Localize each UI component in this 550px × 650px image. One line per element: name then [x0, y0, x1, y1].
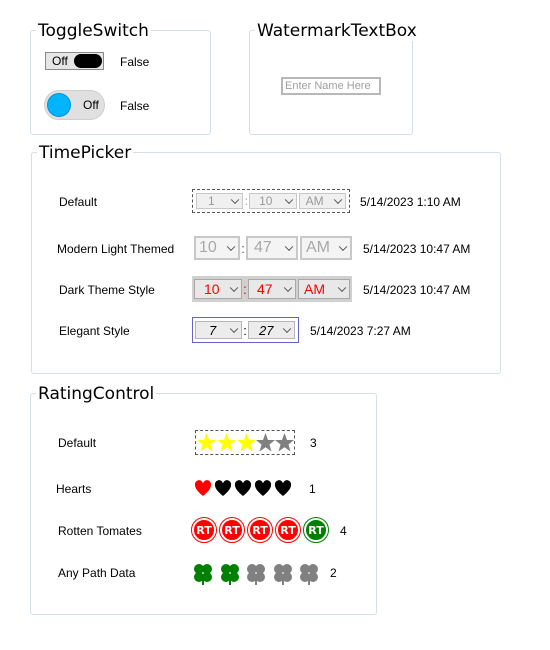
clover-rating-svg — [194, 564, 318, 585]
minute-value: 47 — [254, 239, 272, 256]
toggle-state-label: Off — [83, 98, 99, 112]
rating-path-value: 2 — [330, 566, 337, 580]
minute-combobox[interactable]: 27 — [248, 321, 295, 339]
minute-combobox[interactable]: 10 — [249, 193, 297, 209]
minute-value: 47 — [257, 281, 273, 297]
hour-combobox[interactable]: 1 — [196, 193, 244, 209]
ampm-value: AM — [306, 239, 330, 256]
hour-value: 10 — [204, 281, 220, 297]
ampm-combobox[interactable]: AM — [298, 193, 346, 209]
star-icon[interactable] — [237, 433, 256, 452]
hour-combobox[interactable]: 10 — [194, 236, 240, 260]
timepicker-modern: 10 : 47 AM — [194, 235, 352, 261]
star-rating-svg — [197, 433, 294, 452]
timepicker-default: 1 : 10 AM — [192, 189, 350, 213]
rt-icon[interactable]: RT — [303, 517, 329, 543]
chevron-down-icon — [284, 195, 293, 205]
toggle2-value: False — [120, 99, 150, 113]
rating-path-label: Any Path Data — [58, 566, 136, 580]
timepicker-title: TimePicker — [37, 143, 134, 163]
timepicker-dark-result: 5/14/2023 10:47 AM — [363, 283, 471, 297]
heart-icon[interactable] — [254, 480, 272, 496]
timepicker-elegant-label: Elegant Style — [59, 324, 130, 338]
star-icon[interactable] — [256, 433, 275, 452]
clover-icon[interactable] — [300, 564, 318, 585]
minute-combobox[interactable]: 47 — [246, 236, 298, 260]
clover-icon[interactable] — [247, 564, 265, 585]
timepicker-default-result: 5/14/2023 1:10 AM — [360, 195, 461, 209]
name-input[interactable]: Enter Name Here — [281, 77, 381, 95]
watermark-title: WatermarkTextBox — [255, 21, 419, 41]
chevron-down-icon — [283, 283, 293, 293]
timepicker-default-label: Default — [59, 195, 98, 209]
chevron-down-icon — [229, 324, 239, 334]
star-icon[interactable] — [275, 433, 294, 452]
ampm-combobox[interactable]: AM — [300, 236, 352, 260]
hour-combobox[interactable]: 10 — [194, 279, 242, 299]
ampm-combobox[interactable]: AM — [298, 279, 350, 299]
timepicker-dark-label: Dark Theme Style — [59, 283, 155, 297]
ampm-value: AM — [304, 281, 325, 297]
toggle-switch-modern[interactable]: Off — [44, 90, 105, 120]
hour-value: 1 — [208, 194, 215, 208]
rating-title: RatingControl — [36, 384, 157, 404]
timepicker-elegant: 7 : 27 — [192, 317, 299, 343]
timepicker-modern-result: 5/14/2023 10:47 AM — [363, 242, 471, 256]
hour-combobox[interactable]: 7 — [195, 321, 242, 339]
ampm-value: AM — [305, 194, 324, 208]
timepicker-modern-label: Modern Light Themed — [57, 242, 175, 256]
clover-icon[interactable] — [274, 564, 292, 585]
toggle1-value: False — [120, 55, 150, 69]
heart-icon[interactable] — [194, 480, 212, 496]
heart-icon[interactable] — [214, 480, 232, 496]
chevron-down-icon — [338, 242, 348, 252]
toggle-knob — [74, 54, 102, 68]
rt-icon[interactable]: RT — [219, 517, 245, 543]
timepicker-elegant-result: 5/14/2023 7:27 AM — [310, 324, 411, 338]
minute-value: 10 — [259, 194, 273, 208]
rt-icon[interactable]: RT — [247, 517, 273, 543]
star-icon[interactable] — [197, 433, 216, 452]
toggle-state-label: Off — [52, 54, 68, 68]
chevron-down-icon — [337, 283, 347, 293]
chevron-down-icon — [231, 195, 240, 205]
rating-default[interactable] — [195, 430, 295, 455]
heart-rating-svg — [194, 480, 292, 496]
minute-value: 27 — [259, 322, 274, 338]
toggleswitch-title: ToggleSwitch — [36, 21, 151, 41]
clover-icon[interactable] — [194, 564, 212, 585]
rating-rt-value: 4 — [340, 524, 347, 538]
heart-icon[interactable] — [274, 480, 292, 496]
minute-combobox[interactable]: 47 — [248, 279, 296, 299]
chevron-down-icon — [282, 324, 292, 334]
chevron-down-icon — [226, 242, 236, 252]
rating-rt-label: Rotten Tomates — [58, 524, 142, 538]
rt-icon[interactable]: RT — [275, 517, 301, 543]
toggle-switch-classic[interactable]: Off — [45, 52, 104, 70]
rating-hearts-label: Hearts — [56, 482, 92, 496]
clover-icon[interactable] — [221, 564, 239, 585]
rating-default-label: Default — [58, 436, 97, 450]
timepicker-dark: 10 : 47 AM — [192, 276, 352, 302]
rating-default-value: 3 — [310, 436, 317, 450]
chevron-down-icon — [284, 242, 294, 252]
hour-value: 7 — [209, 322, 217, 338]
rating-hearts-value: 1 — [309, 482, 316, 496]
chevron-down-icon — [229, 283, 239, 293]
rating-path[interactable] — [192, 562, 322, 586]
rt-icon[interactable]: RT — [191, 517, 217, 543]
heart-icon[interactable] — [234, 480, 252, 496]
rating-hearts[interactable] — [194, 480, 295, 498]
star-icon[interactable] — [217, 433, 236, 452]
toggle-knob — [47, 93, 71, 117]
chevron-down-icon — [333, 195, 343, 205]
hour-value: 10 — [199, 239, 217, 256]
